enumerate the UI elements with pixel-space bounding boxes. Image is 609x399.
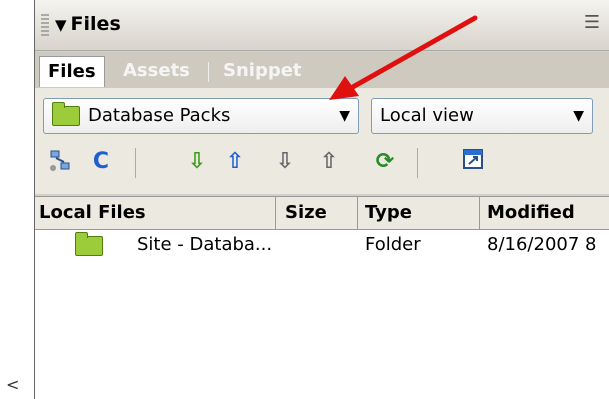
tab-snippets[interactable]: Snippet: [215, 56, 310, 86]
column-divider[interactable]: [275, 197, 276, 229]
synchronize-icon[interactable]: ⟳: [371, 148, 399, 176]
checkout-icon[interactable]: ⇩: [271, 148, 299, 176]
connect-icon[interactable]: [47, 148, 75, 176]
folder-icon: [52, 102, 80, 126]
left-bracket-text: <: [6, 375, 20, 394]
folder-icon: [75, 232, 103, 256]
expand-icon[interactable]: [459, 148, 487, 176]
row-modified: 8/16/2007 8: [487, 234, 597, 255]
column-divider[interactable]: [357, 197, 358, 229]
row-name: Site - Databa...: [137, 234, 273, 255]
file-list-header: Local Files Size Type Modified: [35, 196, 609, 230]
collapse-triangle-icon[interactable]: ▼: [55, 16, 67, 34]
file-list: Local Files Size Type Modified Site - Da…: [35, 196, 609, 399]
tab-files[interactable]: Files: [39, 56, 105, 87]
view-select[interactable]: Local view ▼: [371, 98, 593, 134]
column-local-files[interactable]: Local Files: [39, 197, 146, 229]
table-row[interactable]: Site - Databa... Folder 8/16/2007 8: [35, 230, 609, 260]
drag-grip-icon[interactable]: [41, 14, 49, 36]
put-icon[interactable]: ⇧: [221, 148, 249, 176]
refresh-icon[interactable]: C: [87, 148, 115, 176]
checkin-icon[interactable]: ⇧: [315, 148, 343, 176]
tab-assets[interactable]: Assets: [115, 56, 198, 86]
chevron-down-icon: ▼: [573, 108, 584, 124]
tab-bar: Files Assets Snippet: [35, 52, 609, 89]
options-menu-icon[interactable]: ☰: [584, 12, 600, 33]
chevron-down-icon: ▼: [339, 108, 350, 124]
column-modified[interactable]: Modified: [487, 197, 575, 229]
get-icon[interactable]: ⇩: [183, 148, 211, 176]
tab-divider: [208, 62, 209, 82]
panel-title[interactable]: ▼ Files: [55, 13, 121, 35]
column-type[interactable]: Type: [365, 197, 412, 229]
column-size[interactable]: Size: [285, 197, 327, 229]
toolbar-divider: [135, 148, 136, 178]
files-panel: ▼ Files ☰ Files Assets Snippet Database P…: [34, 0, 609, 399]
site-select[interactable]: Database Packs ▼: [43, 98, 359, 134]
row-type: Folder: [365, 234, 421, 255]
toolbar-divider: [417, 148, 418, 178]
panel-titlebar[interactable]: ▼ Files ☰: [35, 0, 609, 51]
column-divider[interactable]: [479, 197, 480, 229]
